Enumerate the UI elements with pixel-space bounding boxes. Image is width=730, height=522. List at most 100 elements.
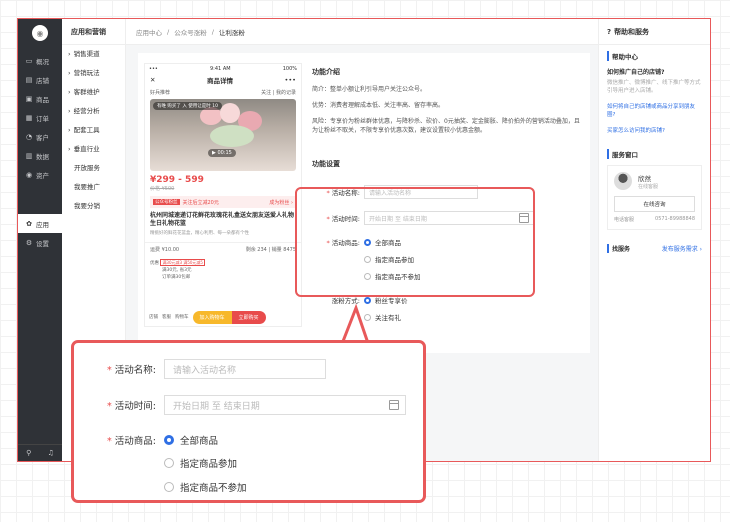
- help-question: 如何推广自己的店铺?: [607, 69, 665, 76]
- search-icon[interactable]: ⚲: [26, 449, 31, 457]
- help-center-title: 帮助中心: [607, 51, 702, 61]
- zoom-activity-name-placeholder: 请输入活动名称: [173, 365, 237, 376]
- zoom-radio-include-goods[interactable]: 指定商品参加: [164, 456, 237, 470]
- zoom-radio-exclude-goods[interactable]: 指定商品不参加: [164, 480, 247, 494]
- service-window: 服务窗口: [599, 143, 710, 159]
- sidebar-item-label: 订单: [36, 114, 49, 123]
- add-to-cart-button: 加入购物车: [192, 310, 232, 324]
- zoom-goods-exclude-row: 指定商品不参加: [92, 480, 247, 494]
- breadcrumb-official-account[interactable]: 公众号涨粉: [174, 27, 207, 37]
- product-price: ¥299 - 599: [150, 175, 204, 185]
- zoom-activity-time-label: * 活动时间:: [92, 398, 156, 412]
- zoom-radio-all-goods[interactable]: 全部商品: [164, 433, 218, 447]
- secondary-nav-title: 应用和营销: [62, 19, 125, 45]
- nav2-item-8[interactable]: 我要分销: [62, 197, 125, 216]
- zoom-radio-all-goods-label: 全部商品: [180, 436, 219, 447]
- help-link-visit[interactable]: 买家怎么访问我的店铺?: [607, 127, 702, 135]
- help-link-share[interactable]: 如何将自己的店铺或商品分享到朋友圈?: [607, 103, 702, 119]
- product-description: 精挑好的鲜花花篮盒，精心利用、每一朵都有个性: [150, 231, 249, 236]
- online-consult-button[interactable]: 在线咨询: [614, 196, 695, 212]
- promo-tag: 满30元减3 满50元减5: [160, 259, 205, 266]
- settings-title: 功能设置: [312, 160, 340, 168]
- breadcrumb-app-center[interactable]: 应用中心: [136, 27, 162, 37]
- chevron-right-icon: ›: [68, 50, 71, 58]
- nav2-item-6[interactable]: 开放服务: [62, 159, 125, 178]
- zoom-activity-name-label-text: 活动名称:: [114, 365, 156, 376]
- nav2-item-7[interactable]: 我要推广: [62, 178, 125, 197]
- phone-status-bar: ••• 9:41 AM 100%: [145, 64, 301, 74]
- tel-label: 电话客服: [614, 217, 635, 223]
- nav2-item-label: 经营分析: [73, 107, 100, 115]
- signal-icon: •••: [149, 66, 158, 72]
- assets-icon: ◉: [25, 170, 33, 179]
- breadcrumb: 应用中心 / 公众号涨粉 / 让利涨粉: [126, 19, 598, 45]
- cart-tab: 购物车: [175, 315, 189, 320]
- sidebar-item-1[interactable]: ▤ 店铺: [18, 70, 62, 89]
- records-text: 我的记录: [275, 90, 296, 96]
- agent-name: 欣然: [638, 174, 651, 183]
- goods-icon: ▣: [25, 94, 33, 103]
- sidebar-item-label: 设置: [36, 239, 49, 248]
- intro-risk: 风险：专享价为粉丝群体优惠，与降秒杀、砍价、0元抽奖、定金膨胀、降价拍外的营销活…: [312, 118, 580, 134]
- video-duration: ▶ 00:15: [208, 149, 236, 157]
- publish-service-link[interactable]: 发布服务需求 ›: [662, 244, 702, 253]
- find-service-title: 找服务: [607, 244, 630, 253]
- sidebar-item-3[interactable]: ▦ 订单: [18, 108, 62, 127]
- nav2-item-1[interactable]: › 营销玩法: [62, 64, 125, 83]
- sidebar-item-6[interactable]: ◉ 资产: [18, 165, 62, 184]
- promo-block: 优惠 满30元减3 满50元减5 满30元, 省3元 订单满30包邮: [145, 256, 301, 284]
- find-service-row: 找服务 发布服务需求 ›: [599, 244, 710, 253]
- phone-bottom-bar: 店铺 客服 购物车 加入购物车 立即购买: [145, 308, 301, 326]
- nav2-item-0[interactable]: › 销售渠道: [62, 45, 125, 64]
- service-tab: 客服: [162, 315, 171, 320]
- sidebar-item-8[interactable]: ⚙ 设置: [18, 233, 62, 252]
- zoom-radio-include-goods-label: 指定商品参加: [180, 459, 238, 470]
- form-highlight-box: [295, 187, 535, 297]
- sidebar-item-4[interactable]: ◔ 客户: [18, 127, 62, 146]
- sidebar-bottom: ⚲ ♫: [18, 444, 62, 461]
- purchase-ticker: 有唯 购买了 入 使用让是时 10: [153, 102, 222, 110]
- service-agent-card: 欣然 在线客服 在线咨询 电话客服 0571-89988848: [607, 165, 702, 230]
- zoom-date-range-picker[interactable]: 开始日期 至 结束日期: [164, 395, 406, 415]
- sidebar-item-label: 店铺: [36, 76, 49, 85]
- nav2-item-5[interactable]: › 垂直行业: [62, 140, 125, 159]
- chevron-right-icon: ›: [68, 88, 71, 96]
- nav2-item-label: 我要分销: [74, 202, 100, 210]
- more-icon: •••: [284, 76, 296, 84]
- required-mark: *: [107, 401, 112, 412]
- apps-icon: ✿: [26, 219, 32, 228]
- fan-coupon-bar: 公众号粉丝 关注后立减20元 成为粉丝 ›: [150, 196, 296, 208]
- nav2-item-3[interactable]: › 经营分析: [62, 102, 125, 121]
- shipping-fee: 运费 ¥10.00: [150, 247, 180, 253]
- notification-bell-icon[interactable]: ♫: [48, 449, 54, 457]
- coupon-tag: 公众号粉丝: [153, 199, 180, 205]
- sidebar-item-label: 概况: [36, 57, 49, 66]
- sidebar-item-0[interactable]: ▭ 概况: [18, 51, 62, 70]
- sidebar-item-7[interactable]: ✿ 应用: [18, 214, 62, 233]
- help-panel-title: 帮助和服务: [614, 27, 650, 36]
- phone-battery: 100%: [282, 66, 297, 72]
- sidebar-item-5[interactable]: ▥ 数据: [18, 146, 62, 165]
- sidebar-item-2[interactable]: ▣ 商品: [18, 89, 62, 108]
- help-panel: ? 帮助和服务 帮助中心 如何推广自己的店铺? 微信推广、微博推广、线下推广等方…: [598, 19, 710, 461]
- nav2-item-2[interactable]: › 客群维护: [62, 83, 125, 102]
- phone-page-title: 商品详情: [206, 77, 233, 85]
- product-title: 杭州同城速递订花鲜花玫瑰花礼盒送女朋友送爱人礼物生日礼物花篮: [150, 212, 295, 227]
- nav2-item-4[interactable]: › 配套工具: [62, 121, 125, 140]
- sidebar-item-label: 客户: [36, 133, 49, 142]
- zoom-activity-time-label-text: 活动时间:: [114, 401, 156, 412]
- order-icon: ▦: [25, 113, 33, 122]
- sidebar-item-label: 资产: [36, 171, 49, 180]
- app-logo-icon[interactable]: ◉: [32, 25, 48, 41]
- phone-header: ✕ 商品详情 •••: [145, 74, 301, 86]
- zoom-activity-name-input[interactable]: 请输入活动名称: [164, 359, 326, 379]
- nav2-item-label: 销售渠道: [73, 50, 100, 58]
- nav2-item-label: 配套工具: [73, 126, 100, 134]
- nav2-item-label: 垂直行业: [73, 145, 100, 153]
- phone-shop-row: 好兵推荐 关注 | 我的记录: [150, 90, 296, 96]
- required-mark: *: [107, 436, 112, 447]
- breadcrumb-separator: /: [167, 27, 170, 36]
- zoom-activity-name-row: * 活动名称: 请输入活动名称: [92, 359, 326, 379]
- chevron-right-icon: ›: [68, 126, 71, 134]
- promo-label: 优惠: [150, 261, 159, 266]
